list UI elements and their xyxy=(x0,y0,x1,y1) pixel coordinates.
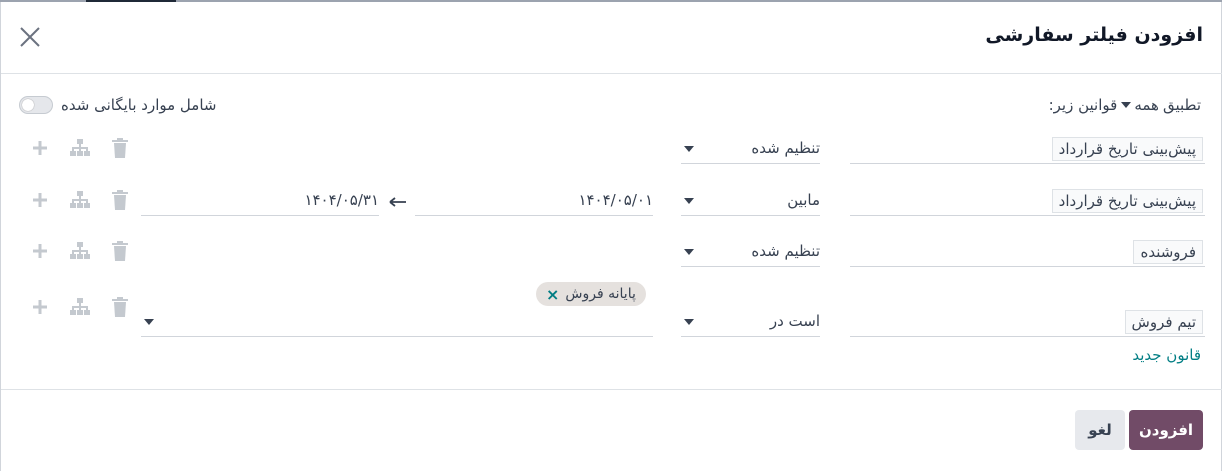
add-rule-button[interactable] xyxy=(29,241,51,261)
rule-row: پیش‌بینی تاریخ قرارداد تنظیم شده xyxy=(1,132,1222,172)
dialog-title: افزودن فیلتر سفارشی xyxy=(985,24,1203,46)
rule-field-path[interactable]: فروشنده xyxy=(1133,240,1203,264)
rule-field: پیش‌بینی تاریخ قرارداد xyxy=(850,184,1205,216)
match-prefix: تطبیق xyxy=(1162,96,1201,114)
rule-field-path[interactable]: تیم فروش xyxy=(1124,310,1203,334)
rule-operator-select[interactable]: تنظیم شده xyxy=(681,235,820,267)
hierarchy-icon xyxy=(70,242,90,259)
rule-operator-label: تنظیم شده xyxy=(751,242,820,260)
trash-icon xyxy=(112,138,128,158)
add-rule-button[interactable] xyxy=(29,297,51,317)
trash-icon xyxy=(112,297,128,317)
value-tag: پایانه فروش × xyxy=(536,282,646,306)
chevron-down-icon xyxy=(1121,102,1132,108)
chevron-down-icon xyxy=(684,198,694,204)
toggle-knob xyxy=(22,99,34,111)
custom-filter-dialog: افزودن فیلتر سفارشی تطبیق همه قوانین زیر… xyxy=(0,2,1222,471)
rule-actions xyxy=(29,138,131,158)
rule-value-many2many[interactable] xyxy=(141,305,653,337)
rule-operator-select[interactable]: تنظیم شده xyxy=(681,132,820,164)
match-select-value: همه xyxy=(1134,96,1159,114)
delete-rule-button[interactable] xyxy=(109,241,131,261)
rule-actions xyxy=(29,297,131,317)
hierarchy-icon xyxy=(70,139,90,156)
rule-value-to-text: ۱۴۰۴/۰۵/۳۱ xyxy=(304,191,379,209)
chevron-down-icon xyxy=(684,249,694,255)
value-tag-label: پایانه فروش xyxy=(565,286,636,302)
add-rule-button[interactable] xyxy=(29,138,51,158)
rule-field: پیش‌بینی تاریخ قرارداد xyxy=(850,132,1205,164)
rule-row: پیش‌بینی تاریخ قرارداد مابین ۱۴۰۴/۰۵/۰۱ … xyxy=(1,184,1222,224)
rule-field-path[interactable]: پیش‌بینی تاریخ قرارداد xyxy=(1051,189,1203,213)
delete-rule-button[interactable] xyxy=(109,190,131,210)
remove-tag-button[interactable]: × xyxy=(546,285,559,304)
new-rule-link[interactable]: قانون جدید xyxy=(1132,346,1201,364)
rule-operator-select[interactable]: است در xyxy=(681,305,820,337)
chevron-down-icon xyxy=(144,319,154,325)
plus-icon xyxy=(33,244,47,258)
add-branch-button[interactable] xyxy=(69,297,91,317)
dialog-header: افزودن فیلتر سفارشی xyxy=(1,2,1222,74)
rule-value-to[interactable]: ۱۴۰۴/۰۵/۳۱ xyxy=(141,184,379,216)
include-archived-toggle[interactable] xyxy=(19,96,53,114)
rule-row: فروشنده تنظیم شده xyxy=(1,235,1222,275)
rule-row: تیم فروش است در xyxy=(1,297,1222,345)
plus-icon xyxy=(33,193,47,207)
hierarchy-icon xyxy=(70,298,90,315)
add-button[interactable]: افزودن xyxy=(1129,410,1203,450)
plus-icon xyxy=(33,300,47,314)
rule-field: فروشنده xyxy=(850,235,1205,267)
match-suffix: قوانین زیر: xyxy=(1048,96,1118,114)
rule-operator-label: مابین xyxy=(787,191,820,209)
plus-icon xyxy=(33,141,47,155)
match-rules-line: تطبیق همه قوانین زیر: xyxy=(1049,96,1201,114)
rule-operator-label: است در xyxy=(769,312,820,330)
add-branch-button[interactable] xyxy=(69,241,91,261)
dialog-footer: افزودن لغو xyxy=(1,389,1222,471)
rule-operator-label: تنظیم شده xyxy=(751,139,820,157)
chevron-down-icon xyxy=(684,146,694,152)
cancel-button[interactable]: لغو xyxy=(1075,410,1125,450)
hierarchy-icon xyxy=(70,191,90,208)
close-icon xyxy=(20,27,40,47)
add-branch-button[interactable] xyxy=(69,138,91,158)
rule-operator-select[interactable]: مابین xyxy=(681,184,820,216)
rule-value-from[interactable]: ۱۴۰۴/۰۵/۰۱ xyxy=(415,184,653,216)
include-archived: شامل موارد بایگانی شده xyxy=(19,96,216,114)
trash-icon xyxy=(112,241,128,261)
rule-field-path[interactable]: پیش‌بینی تاریخ قرارداد xyxy=(1051,137,1203,161)
include-archived-label: شامل موارد بایگانی شده xyxy=(61,96,217,114)
delete-rule-button[interactable] xyxy=(109,138,131,158)
trash-icon xyxy=(112,190,128,210)
rule-value-from-text: ۱۴۰۴/۰۵/۰۱ xyxy=(578,191,653,209)
match-select[interactable]: همه xyxy=(1121,96,1159,114)
close-button[interactable] xyxy=(17,24,43,50)
arrow-left-icon xyxy=(389,194,407,212)
chevron-down-icon xyxy=(684,319,694,325)
add-branch-button[interactable] xyxy=(69,190,91,210)
rule-field: تیم فروش xyxy=(850,305,1205,337)
delete-rule-button[interactable] xyxy=(109,297,131,317)
rule-actions xyxy=(29,241,131,261)
add-rule-button[interactable] xyxy=(29,190,51,210)
rule-actions xyxy=(29,190,131,210)
